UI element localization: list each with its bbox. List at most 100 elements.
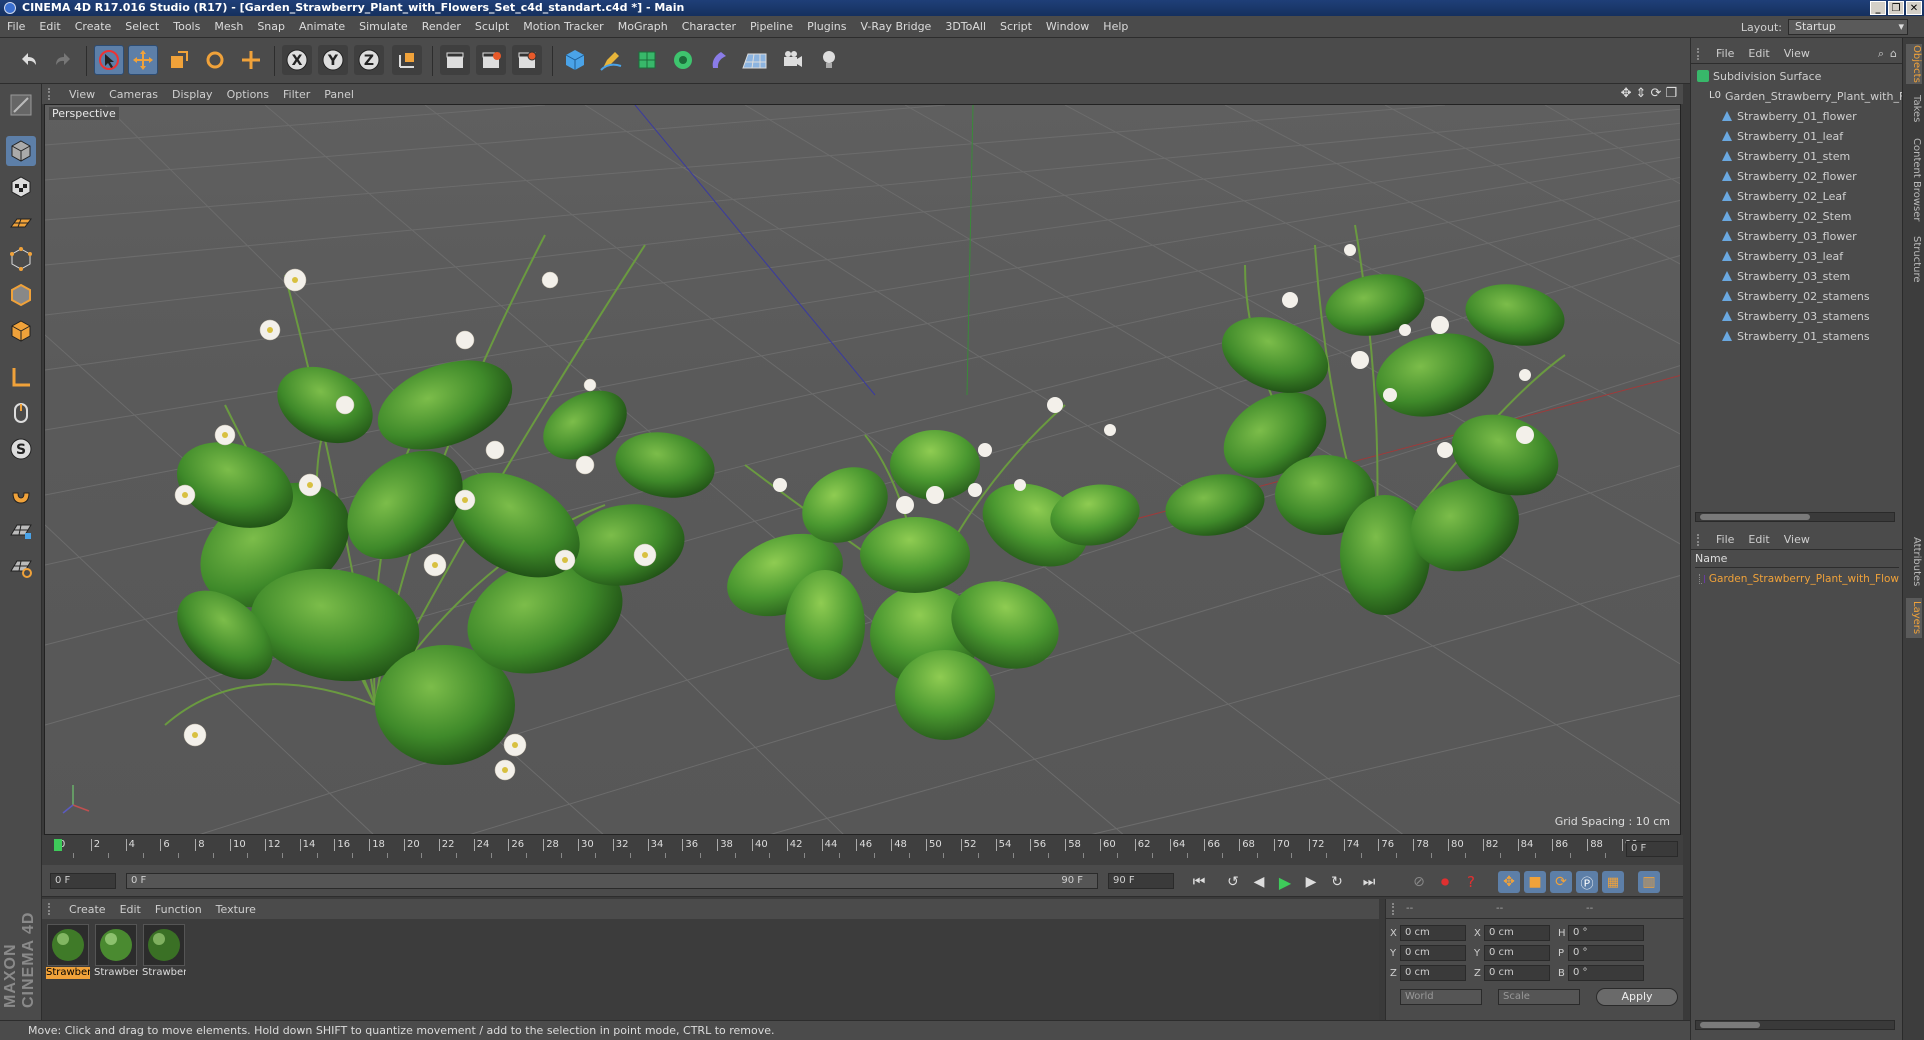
material-menu-texture[interactable]: Texture <box>209 903 263 916</box>
object-tree-item[interactable]: Strawberry_01_stem <box>1721 146 1850 166</box>
material-menu-edit[interactable]: Edit <box>113 903 148 916</box>
dolly-view-icon[interactable]: ⇕ <box>1636 86 1647 101</box>
z-axis-lock[interactable]: Z <box>354 45 384 75</box>
tab-content-browser[interactable]: Content Browser <box>1906 134 1922 226</box>
points-mode-button[interactable] <box>6 244 36 274</box>
object-tree-item[interactable]: L0 Garden_Strawberry_Plant_with_Flo <box>1709 86 1915 106</box>
menu-file[interactable]: File <box>0 20 32 33</box>
object-menu-edit[interactable]: Edit <box>1741 47 1776 60</box>
menu-mograph[interactable]: MoGraph <box>611 20 675 33</box>
viewport-menu-panel[interactable]: Panel <box>317 88 361 101</box>
live-selection-tool[interactable] <box>94 45 124 75</box>
floor-button[interactable] <box>740 45 770 75</box>
viewport-name[interactable]: Perspective <box>49 107 119 120</box>
object-tree-item[interactable]: Subdivision Surface <box>1697 66 1821 86</box>
menu-simulate[interactable]: Simulate <box>352 20 415 33</box>
menu-mesh[interactable]: Mesh <box>207 20 250 33</box>
drag-handle-icon[interactable] <box>48 903 58 915</box>
make-editable-button[interactable] <box>6 90 36 120</box>
deformer-button[interactable] <box>704 45 734 75</box>
viewport-menu-view[interactable]: View <box>62 88 102 101</box>
layer-menu-view[interactable]: View <box>1777 533 1817 546</box>
material-swatch[interactable]: Strawber <box>142 923 186 979</box>
timeline-playhead[interactable] <box>54 839 62 851</box>
drag-handle-icon[interactable] <box>48 88 58 100</box>
material-menu-create[interactable]: Create <box>62 903 113 916</box>
object-manager-scrollbar[interactable] <box>1695 512 1895 522</box>
coordinate-mode-dropdown[interactable]: World <box>1400 989 1482 1005</box>
layer-row[interactable]: Garden_Strawberry_Plant_with_Flow <box>1699 570 1899 588</box>
key-parameter-button[interactable]: Ⓟ <box>1576 871 1598 893</box>
object-tree-item[interactable]: Strawberry_02_Leaf <box>1721 186 1846 206</box>
material-menu-function[interactable]: Function <box>148 903 209 916</box>
object-menu-file[interactable]: File <box>1709 47 1741 60</box>
polygons-mode-button[interactable] <box>6 316 36 346</box>
apply-button[interactable]: Apply <box>1596 988 1678 1006</box>
key-position-button[interactable]: ✥ <box>1498 871 1520 893</box>
viewport-menu-cameras[interactable]: Cameras <box>102 88 165 101</box>
object-menu-view[interactable]: View <box>1777 47 1817 60</box>
timeline-ruler[interactable]: 0 2 4 6 8 10 12 14 16 18 20 22 24 26 28 30 32 34 36 38 40 42 4… <box>42 835 1683 865</box>
pen-spline-button[interactable] <box>596 45 626 75</box>
key-rotation-button[interactable]: ⟳ <box>1550 871 1572 893</box>
rotate-tool[interactable] <box>200 45 230 75</box>
object-tree-item[interactable]: Strawberry_03_stem <box>1721 266 1850 286</box>
menu-character[interactable]: Character <box>675 20 743 33</box>
workplane-mode-button[interactable] <box>6 208 36 238</box>
pan-view-icon[interactable]: ✥ <box>1621 86 1632 101</box>
maximize-view-icon[interactable]: ❐ <box>1665 86 1677 101</box>
coordinate-system-button[interactable] <box>392 45 422 75</box>
menu-select[interactable]: Select <box>118 20 166 33</box>
drag-handle-icon[interactable] <box>1392 902 1402 915</box>
tab-takes[interactable]: Takes <box>1906 94 1922 124</box>
tab-layers[interactable]: Layers <box>1906 598 1922 638</box>
size-y-field[interactable]: 0 cm <box>1484 945 1550 961</box>
next-key-button[interactable]: ↻ <box>1326 871 1348 893</box>
rotation-h-field[interactable]: 0 ° <box>1568 925 1644 941</box>
object-tree-item[interactable]: Strawberry_01_leaf <box>1721 126 1843 146</box>
edges-mode-button[interactable] <box>6 280 36 310</box>
rotation-p-field[interactable]: 0 ° <box>1568 945 1644 961</box>
menu-create[interactable]: Create <box>68 20 119 33</box>
key-scale-button[interactable]: ■ <box>1524 871 1546 893</box>
rotation-b-field[interactable]: 0 ° <box>1568 965 1644 981</box>
menu-motion-tracker[interactable]: Motion Tracker <box>516 20 610 33</box>
recent-tools-button[interactable] <box>236 45 266 75</box>
render-settings-button[interactable] <box>512 45 542 75</box>
tweak-mode-button[interactable] <box>6 398 36 428</box>
light-button[interactable] <box>814 45 844 75</box>
lock-workplane-button[interactable] <box>6 516 36 546</box>
go-to-start-button[interactable]: ⏮ <box>1188 871 1210 893</box>
minimize-button[interactable]: _ <box>1870 1 1886 15</box>
viewport-menu-options[interactable]: Options <box>220 88 276 101</box>
perspective-viewport[interactable]: Perspective Grid Spacing : 10 cm <box>44 104 1681 835</box>
current-frame-field[interactable]: 0 F <box>1626 841 1678 857</box>
menu-tools[interactable]: Tools <box>166 20 207 33</box>
menu-sculpt[interactable]: Sculpt <box>468 20 516 33</box>
material-swatch[interactable]: Strawber <box>94 923 138 979</box>
object-tree-item[interactable]: Strawberry_03_stamens <box>1721 306 1870 326</box>
previous-frame-button[interactable]: ◀ <box>1248 871 1270 893</box>
position-x-field[interactable]: 0 cm <box>1400 925 1466 941</box>
array-button[interactable] <box>668 45 698 75</box>
scale-tool[interactable] <box>164 45 194 75</box>
size-mode-dropdown[interactable]: Scale <box>1498 989 1580 1005</box>
tab-objects[interactable]: Objects <box>1906 44 1922 84</box>
timeline-window-button[interactable]: ▥ <box>1638 871 1660 893</box>
object-tree-item[interactable]: Strawberry_02_stamens <box>1721 286 1870 306</box>
object-tree-item[interactable]: Strawberry_03_leaf <box>1721 246 1843 266</box>
layout-dropdown[interactable]: Startup ▾ <box>1788 19 1908 35</box>
axis-mode-button[interactable] <box>6 362 36 392</box>
planar-workplane-button[interactable] <box>6 552 36 582</box>
render-view-button[interactable] <box>440 45 470 75</box>
drag-handle-icon[interactable] <box>1697 47 1707 60</box>
cube-primitive-button[interactable] <box>560 45 590 75</box>
next-frame-button[interactable]: ▶ <box>1300 871 1322 893</box>
magnet-button[interactable] <box>6 480 36 510</box>
texture-mode-button[interactable] <box>6 172 36 202</box>
autokey-button[interactable]: ⏺ <box>1434 871 1456 893</box>
play-button[interactable]: ▶ <box>1274 871 1296 893</box>
y-axis-lock[interactable]: Y <box>318 45 348 75</box>
menu-help[interactable]: Help <box>1096 20 1135 33</box>
menu-pipeline[interactable]: Pipeline <box>743 20 800 33</box>
